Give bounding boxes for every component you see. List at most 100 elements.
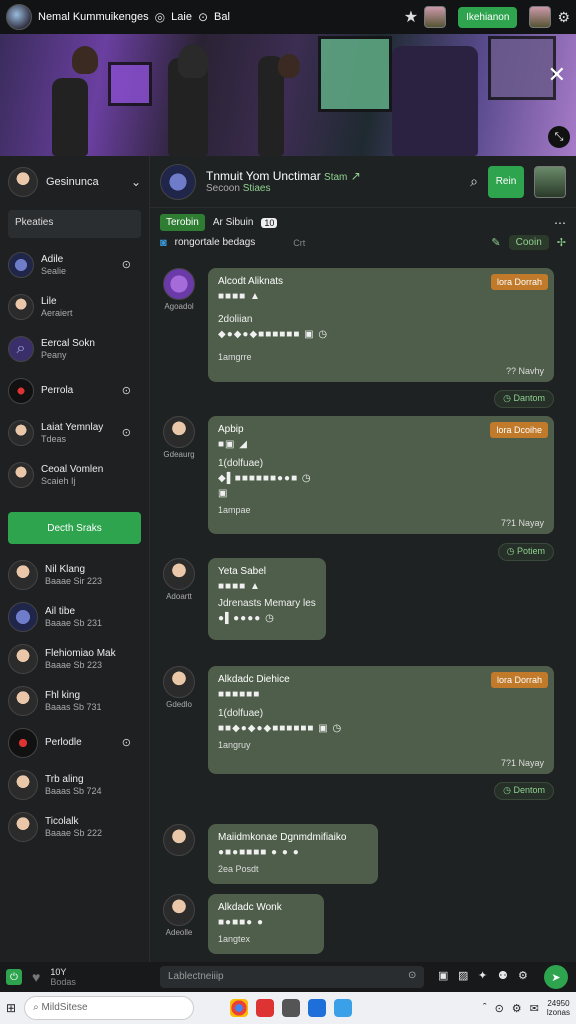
reaction-pill[interactable]: ◷ Dentom	[494, 782, 554, 800]
profile-avatar[interactable]	[529, 6, 552, 28]
top-link-2[interactable]: Bal	[214, 11, 230, 23]
globe-icon[interactable]: ◎	[155, 10, 165, 24]
message-avatar[interactable]	[163, 268, 195, 300]
windows-icon[interactable]: ⊞	[6, 1001, 16, 1015]
sidebar-item[interactable]: ⌕ Eercal Sokn Peany	[0, 328, 149, 370]
message-input[interactable]: Lablectneiiip	[160, 966, 424, 988]
clock-icon[interactable]: ⊙	[198, 10, 208, 24]
bird-icon[interactable]	[334, 999, 353, 1017]
browser-icon[interactable]	[230, 999, 249, 1017]
dm-name: Fhl king	[45, 690, 81, 701]
dm-sub: Baaae Sb 222	[45, 828, 103, 838]
message-badge[interactable]: lora Dorrah	[490, 274, 548, 290]
clock-icon[interactable]: ⊙	[408, 970, 416, 981]
online-button[interactable]: Cooin	[508, 235, 549, 250]
count-sub: Bodas	[50, 977, 76, 987]
sidebar-item[interactable]: Perrola ⊙	[0, 370, 149, 412]
dm-item[interactable]: Nil Klang Baaae Sir 223	[0, 554, 149, 596]
dm-item[interactable]: Ail tibe Baaae Sb 231	[0, 596, 149, 638]
message-author: Maiidmkonae Dgnmdmifiaiko	[218, 832, 347, 843]
app-icon[interactable]	[256, 999, 275, 1017]
message-avatar[interactable]	[163, 416, 195, 448]
emoji-icon[interactable]: ⚉	[498, 969, 508, 982]
reaction-icon: ◷	[506, 546, 517, 556]
image-icon[interactable]: ▣	[438, 969, 448, 982]
emoji-row: ▣	[218, 488, 229, 499]
message-avatar[interactable]	[163, 666, 195, 698]
sidebar-item[interactable]: Adile Sealie ⊙	[0, 244, 149, 286]
message: Adoartt Yeta Sabel ■■■■ ▲ Jdrenasts Mema…	[160, 558, 326, 640]
search-icon[interactable]: ⌕	[470, 173, 478, 190]
dm-avatar	[8, 686, 38, 716]
sidebar-title: Gesinunca	[46, 176, 99, 188]
app-title: Nemal Kummuikenges	[38, 11, 149, 23]
header-avatar[interactable]	[534, 165, 566, 198]
status-icon[interactable]: ⏻	[6, 969, 22, 985]
dm-name: Flehiomiao Mak	[45, 648, 116, 659]
message-avatar[interactable]	[163, 894, 195, 926]
sparkle-icon[interactable]: ✦	[478, 969, 487, 982]
message-bubble: Yeta Sabel ■■■■ ▲ Jdrenasts Memary les ●…	[208, 558, 326, 640]
grid-icon[interactable]: ⚙	[518, 969, 528, 982]
message-badge[interactable]: lora Dcoihe	[490, 422, 548, 438]
search-icon: ⌕	[8, 336, 34, 362]
dm-avatar	[8, 644, 38, 674]
top-link-1[interactable]: Laie	[171, 11, 192, 23]
close-icon[interactable]: ✕	[548, 62, 566, 88]
emoji-row: ■▣ ◢	[218, 439, 248, 450]
edit-icon[interactable]: ✎	[491, 236, 500, 249]
clock-icon[interactable]: ⊙	[495, 1002, 504, 1015]
chat-header: Tnmuit Yom Unctimar Stam ↗ Secoon Stiaes…	[150, 156, 576, 208]
sidebar-item[interactable]: Lile Aeraiert	[0, 286, 149, 328]
settings-icon[interactable]: ⚙	[557, 9, 570, 26]
settings-icon[interactable]: ⚙	[512, 1002, 522, 1015]
chat-icon[interactable]: ✉	[530, 1002, 539, 1015]
channel-sub: Tdeas	[41, 434, 67, 444]
send-button[interactable]: ➤	[544, 965, 568, 989]
info-text: rongortale bedags	[174, 237, 256, 248]
channel-avatar	[8, 420, 34, 446]
dm-name: Ail tibe	[45, 606, 76, 617]
message-avatar[interactable]	[163, 558, 195, 590]
user-avatar[interactable]	[424, 6, 447, 28]
taskbar-search[interactable]: ⌕ MildSitese	[24, 996, 195, 1020]
chevron-up-icon[interactable]: ˆ	[483, 1002, 487, 1014]
clock-time: 24950	[547, 999, 570, 1008]
message-author: Alkdadc Wonk	[218, 902, 282, 913]
app-logo	[6, 4, 32, 30]
dm-sub: Baaas Sb 724	[45, 786, 102, 796]
clock-date: lzonas	[546, 1008, 570, 1017]
gallery-icon[interactable]: ▨	[458, 969, 468, 982]
reaction-pill[interactable]: ◷ Potiem	[497, 543, 554, 561]
header-action-button[interactable]: Rein	[488, 165, 524, 198]
channel-tag[interactable]: Terobin	[160, 214, 205, 231]
dm-item[interactable]: Ticolalk Baaae Sb 222	[0, 806, 149, 848]
sidebar-search[interactable]: Pkeaties	[8, 210, 141, 238]
sidebar-item[interactable]: Laiat Yemnlay Tdeas ⊙	[0, 412, 149, 454]
message: Gdeaurg Apbip ■▣ ◢ lora Dcoihe 1(dolfuae…	[160, 416, 554, 534]
expand-icon[interactable]: ⤡	[548, 126, 570, 148]
sidebar-header[interactable]: Gesinunca ⌄	[0, 156, 149, 208]
pin-icon[interactable]: ✢	[557, 236, 566, 249]
folder-icon[interactable]	[282, 999, 301, 1017]
chevron-down-icon[interactable]: ⌄	[131, 175, 141, 189]
avatar-label: Agoadol	[164, 302, 194, 311]
channel-avatar	[8, 252, 34, 278]
message-badge[interactable]: lora Dorrah	[490, 672, 548, 688]
dm-item[interactable]: Fhl king Baaas Sb 731	[0, 680, 149, 722]
dm-item[interactable]: Trb aling Baaas Sb 724	[0, 764, 149, 806]
home-icon[interactable]: ★	[404, 7, 418, 27]
channel-avatar	[8, 294, 34, 320]
heart-icon[interactable]: ♥	[32, 969, 40, 985]
sidebar-action-button[interactable]: Decth Sraks	[8, 512, 141, 544]
shield-icon[interactable]	[308, 999, 327, 1017]
message: Agoadol Alcodt Aliknats ■■■■ ▲ lora Dorr…	[160, 268, 554, 382]
reaction-pill[interactable]: ◷ Dantom	[494, 390, 554, 408]
message-avatar[interactable]	[163, 824, 195, 856]
emoji-row: ●■●■■■■ ● ● ●	[218, 847, 300, 858]
dm-item[interactable]: Flehiomiao Mak Baaae Sb 223	[0, 638, 149, 680]
sidebar-item[interactable]: Ceoal Vomlen Scaieh Ij	[0, 454, 149, 496]
dm-item[interactable]: Perlodle ⊙	[0, 722, 149, 764]
top-cta-button[interactable]: Ikehianon	[458, 6, 518, 28]
more-icon[interactable]: ⋯	[554, 216, 566, 230]
